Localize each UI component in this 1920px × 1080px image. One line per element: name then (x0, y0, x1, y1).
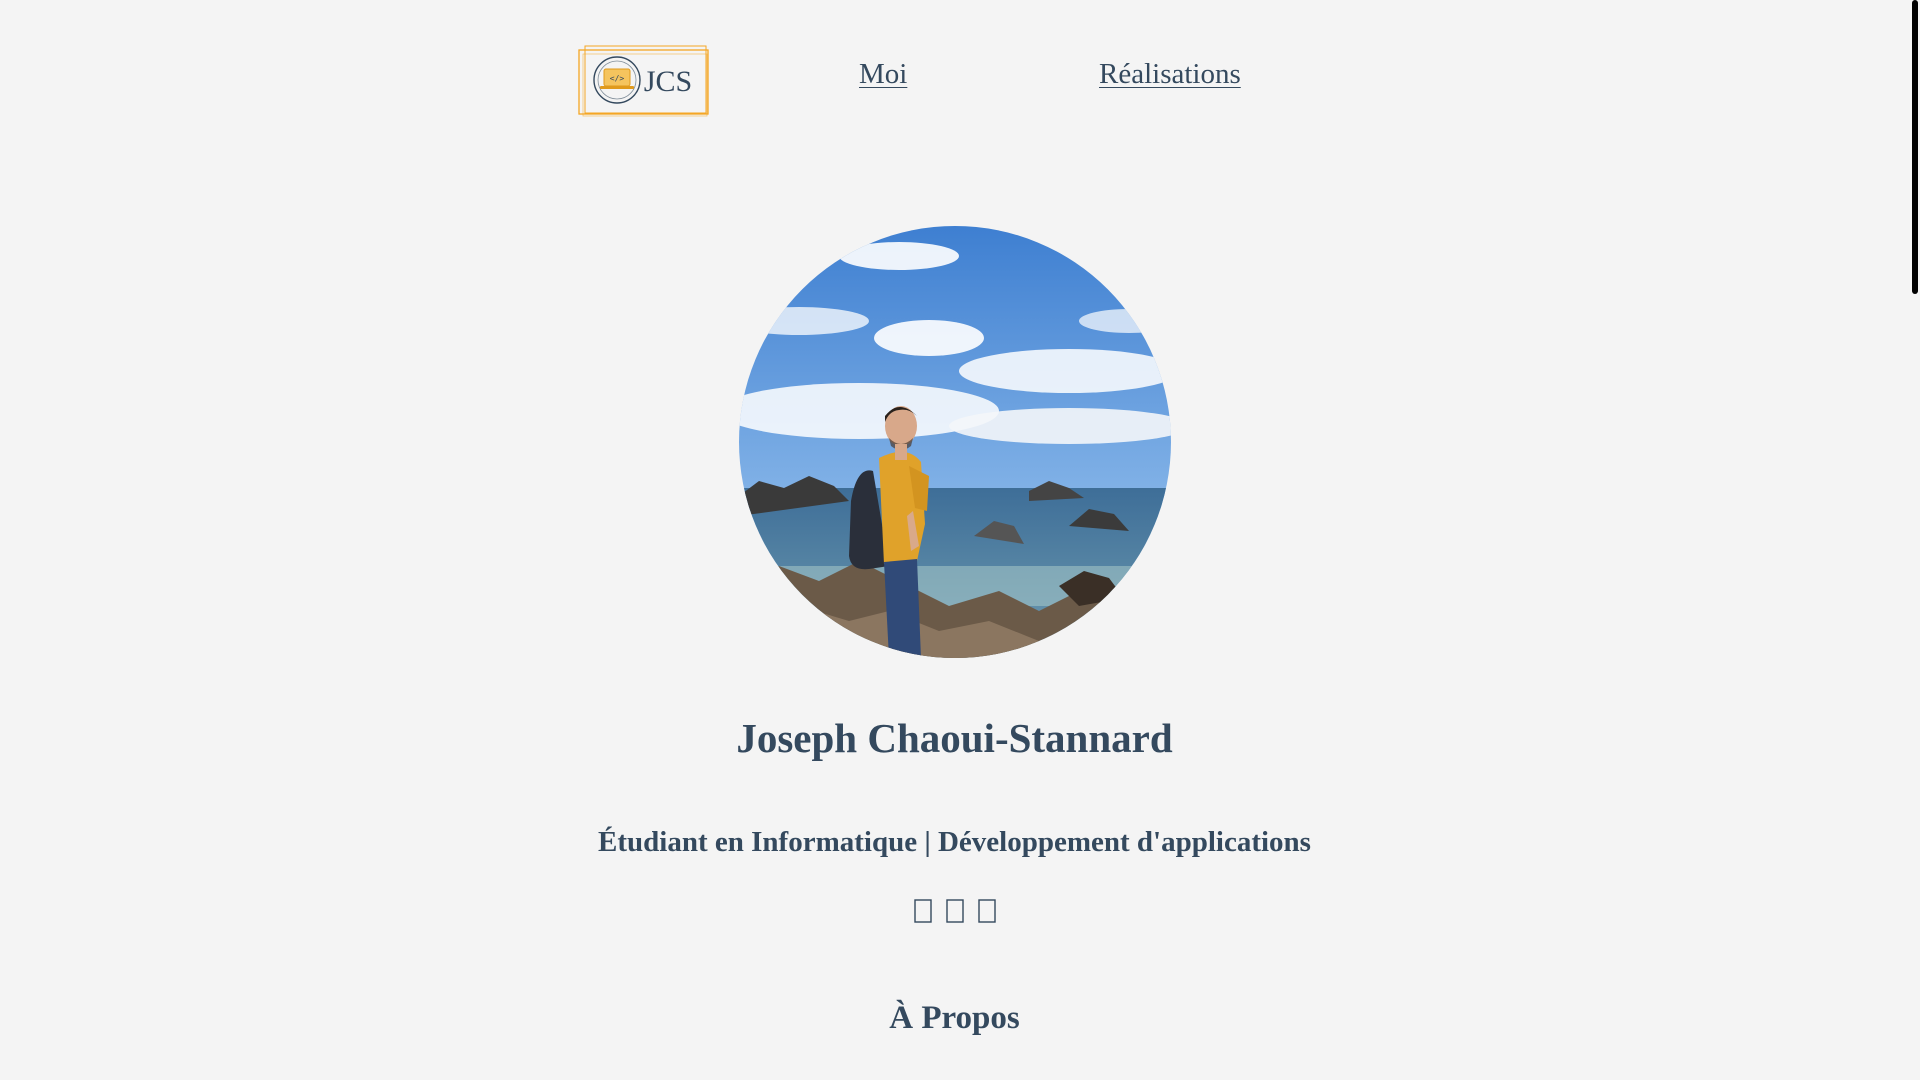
svg-text:</>: </> (610, 74, 625, 83)
profile-photo (739, 226, 1171, 658)
about-section-title: À Propos (889, 1000, 1020, 1036)
nav-link-realisations[interactable]: Réalisations (1099, 58, 1241, 91)
profile-tagline: Étudiant en Informatique | Développement… (598, 826, 1311, 858)
email-icon[interactable] (977, 898, 997, 924)
linkedin-icon[interactable] (945, 898, 965, 924)
page: </> JCS Moi Réalisations Joseph Chaoui-S… (0, 0, 1920, 1080)
social-links (0, 898, 1909, 924)
logo[interactable]: </> JCS (578, 45, 710, 117)
profile-name: Joseph Chaoui-Stannard (736, 715, 1173, 761)
scrollbar-thumb[interactable] (1912, 0, 1918, 294)
github-icon[interactable] (913, 898, 933, 924)
navbar: </> JCS Moi Réalisations (0, 0, 1909, 160)
nav-link-moi[interactable]: Moi (859, 58, 907, 91)
logo-text: JCS (644, 65, 692, 98)
scrollbar[interactable] (1909, 0, 1920, 1080)
